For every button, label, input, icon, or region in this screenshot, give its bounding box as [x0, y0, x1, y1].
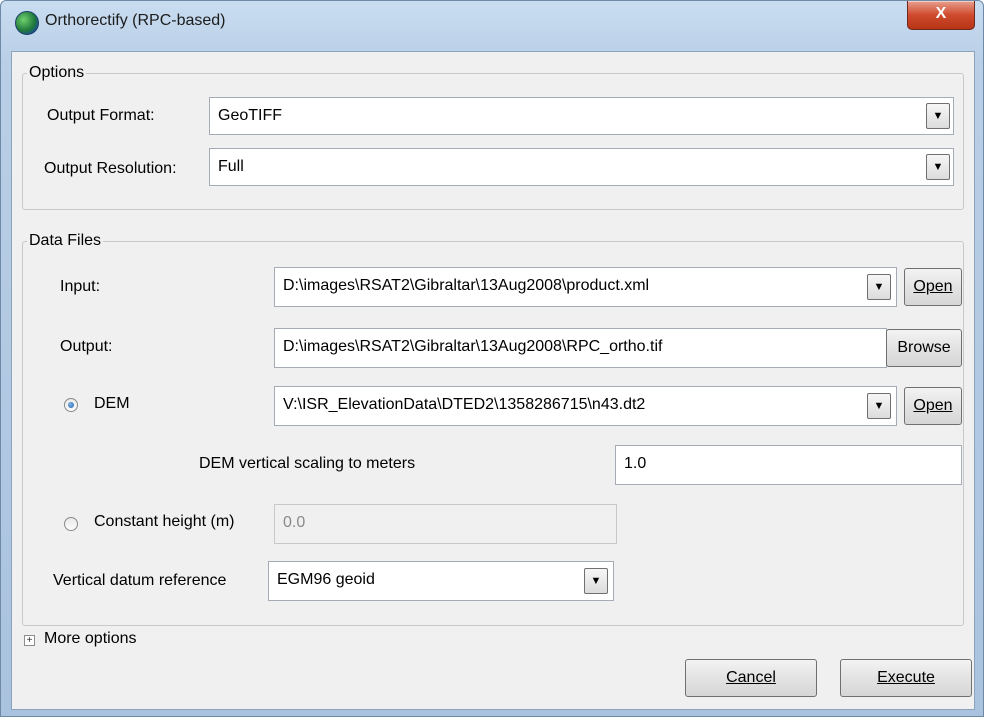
constant-height-radio[interactable] — [64, 517, 78, 531]
output-resolution-select[interactable]: Full — [209, 148, 954, 186]
output-path-input[interactable]: D:\images\RSAT2\Gibraltar\13Aug2008\RPC_… — [274, 328, 887, 368]
input-path-select[interactable]: D:\images\RSAT2\Gibraltar\13Aug2008\prod… — [274, 267, 897, 307]
input-label: Input: — [60, 278, 101, 295]
dem-path-select[interactable]: V:\ISR_ElevationData\DTED2\1358286715\n4… — [274, 386, 897, 426]
dem-scaling-input[interactable]: 1.0 — [615, 445, 962, 485]
title-bar[interactable]: Orthorectify (RPC-based) X — [1, 1, 983, 53]
dialog-window: Orthorectify (RPC-based) X Options Outpu… — [0, 0, 984, 717]
vertical-datum-label: Vertical datum reference — [53, 572, 227, 589]
execute-button[interactable]: Execute — [840, 659, 972, 697]
chevron-down-icon[interactable]: ▼ — [867, 274, 891, 300]
options-legend: Options — [29, 64, 85, 81]
chevron-down-icon[interactable]: ▼ — [867, 393, 891, 419]
constant-height-input[interactable]: 0.0 — [274, 504, 617, 544]
output-browse-button[interactable]: Browse — [886, 329, 962, 367]
chevron-down-icon[interactable]: ▼ — [926, 103, 950, 129]
dem-radio[interactable] — [64, 398, 78, 412]
dialog-body: Options Output Format: GeoTIFF ▼ Output … — [11, 51, 975, 710]
close-button[interactable]: X — [907, 1, 975, 30]
cancel-button[interactable]: Cancel — [685, 659, 817, 697]
dem-label: DEM — [94, 395, 130, 412]
globe-icon — [15, 11, 39, 35]
expand-plus-icon[interactable]: + — [24, 635, 35, 646]
output-resolution-label: Output Resolution: — [44, 160, 177, 177]
dem-scaling-label: DEM vertical scaling to meters — [199, 455, 416, 472]
input-open-button[interactable]: Open — [904, 268, 962, 306]
output-format-label: Output Format: — [47, 107, 155, 124]
vertical-datum-select[interactable]: EGM96 geoid — [268, 561, 614, 601]
constant-height-label: Constant height (m) — [94, 513, 235, 530]
chevron-down-icon[interactable]: ▼ — [584, 568, 608, 594]
chevron-down-icon[interactable]: ▼ — [926, 154, 950, 180]
data-files-legend: Data Files — [29, 232, 102, 249]
more-options-label[interactable]: More options — [44, 630, 137, 648]
options-group: Options — [22, 64, 964, 210]
output-label: Output: — [60, 338, 113, 355]
dem-open-button[interactable]: Open — [904, 387, 962, 425]
output-format-select[interactable]: GeoTIFF — [209, 97, 954, 135]
window-title: Orthorectify (RPC-based) — [45, 12, 226, 29]
